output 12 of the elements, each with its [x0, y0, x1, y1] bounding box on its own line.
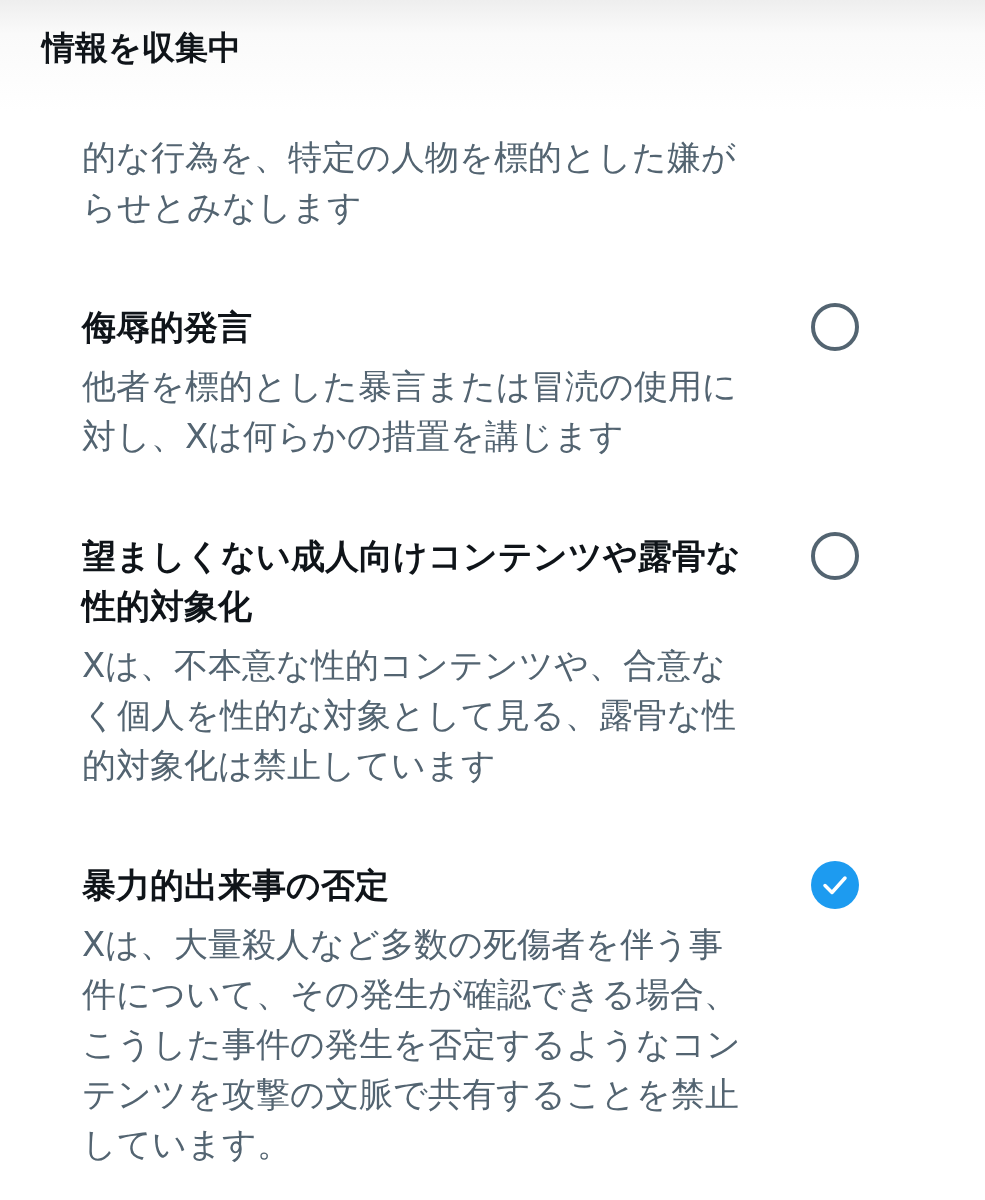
- option-description: 他者を標的とした暴言または冒涜の使用に対し、Xは何らかの措置を講じます: [82, 365, 738, 458]
- check-icon: [823, 876, 847, 895]
- radio-button[interactable]: [811, 532, 859, 580]
- radio-button[interactable]: [811, 861, 859, 909]
- option-title: 暴力的出来事の否定: [82, 864, 390, 907]
- radio-button[interactable]: [811, 303, 859, 351]
- option-description: Xは、大量殺人など多数の死傷者を伴う事件について、その発生が確認できる場合、こうした事件の発生を否定するようなコンテンツを攻撃の文脈で共有することを禁止しています。: [82, 923, 742, 1166]
- option-description: Xは、不本意な性的コンテンツや、合意なく個人を性的な対象として見る、露骨な性的対象化は禁止しています: [82, 644, 737, 787]
- option-title: 侮辱的発言: [82, 306, 253, 349]
- page-title: 情報を収集中: [42, 28, 242, 68]
- option-description: 的な行為を、特定の人物を標的とした嫌がらせとみなします: [82, 136, 737, 229]
- option-title: 望ましくない成人向けコンテンツや露骨な性的対象化: [82, 535, 742, 628]
